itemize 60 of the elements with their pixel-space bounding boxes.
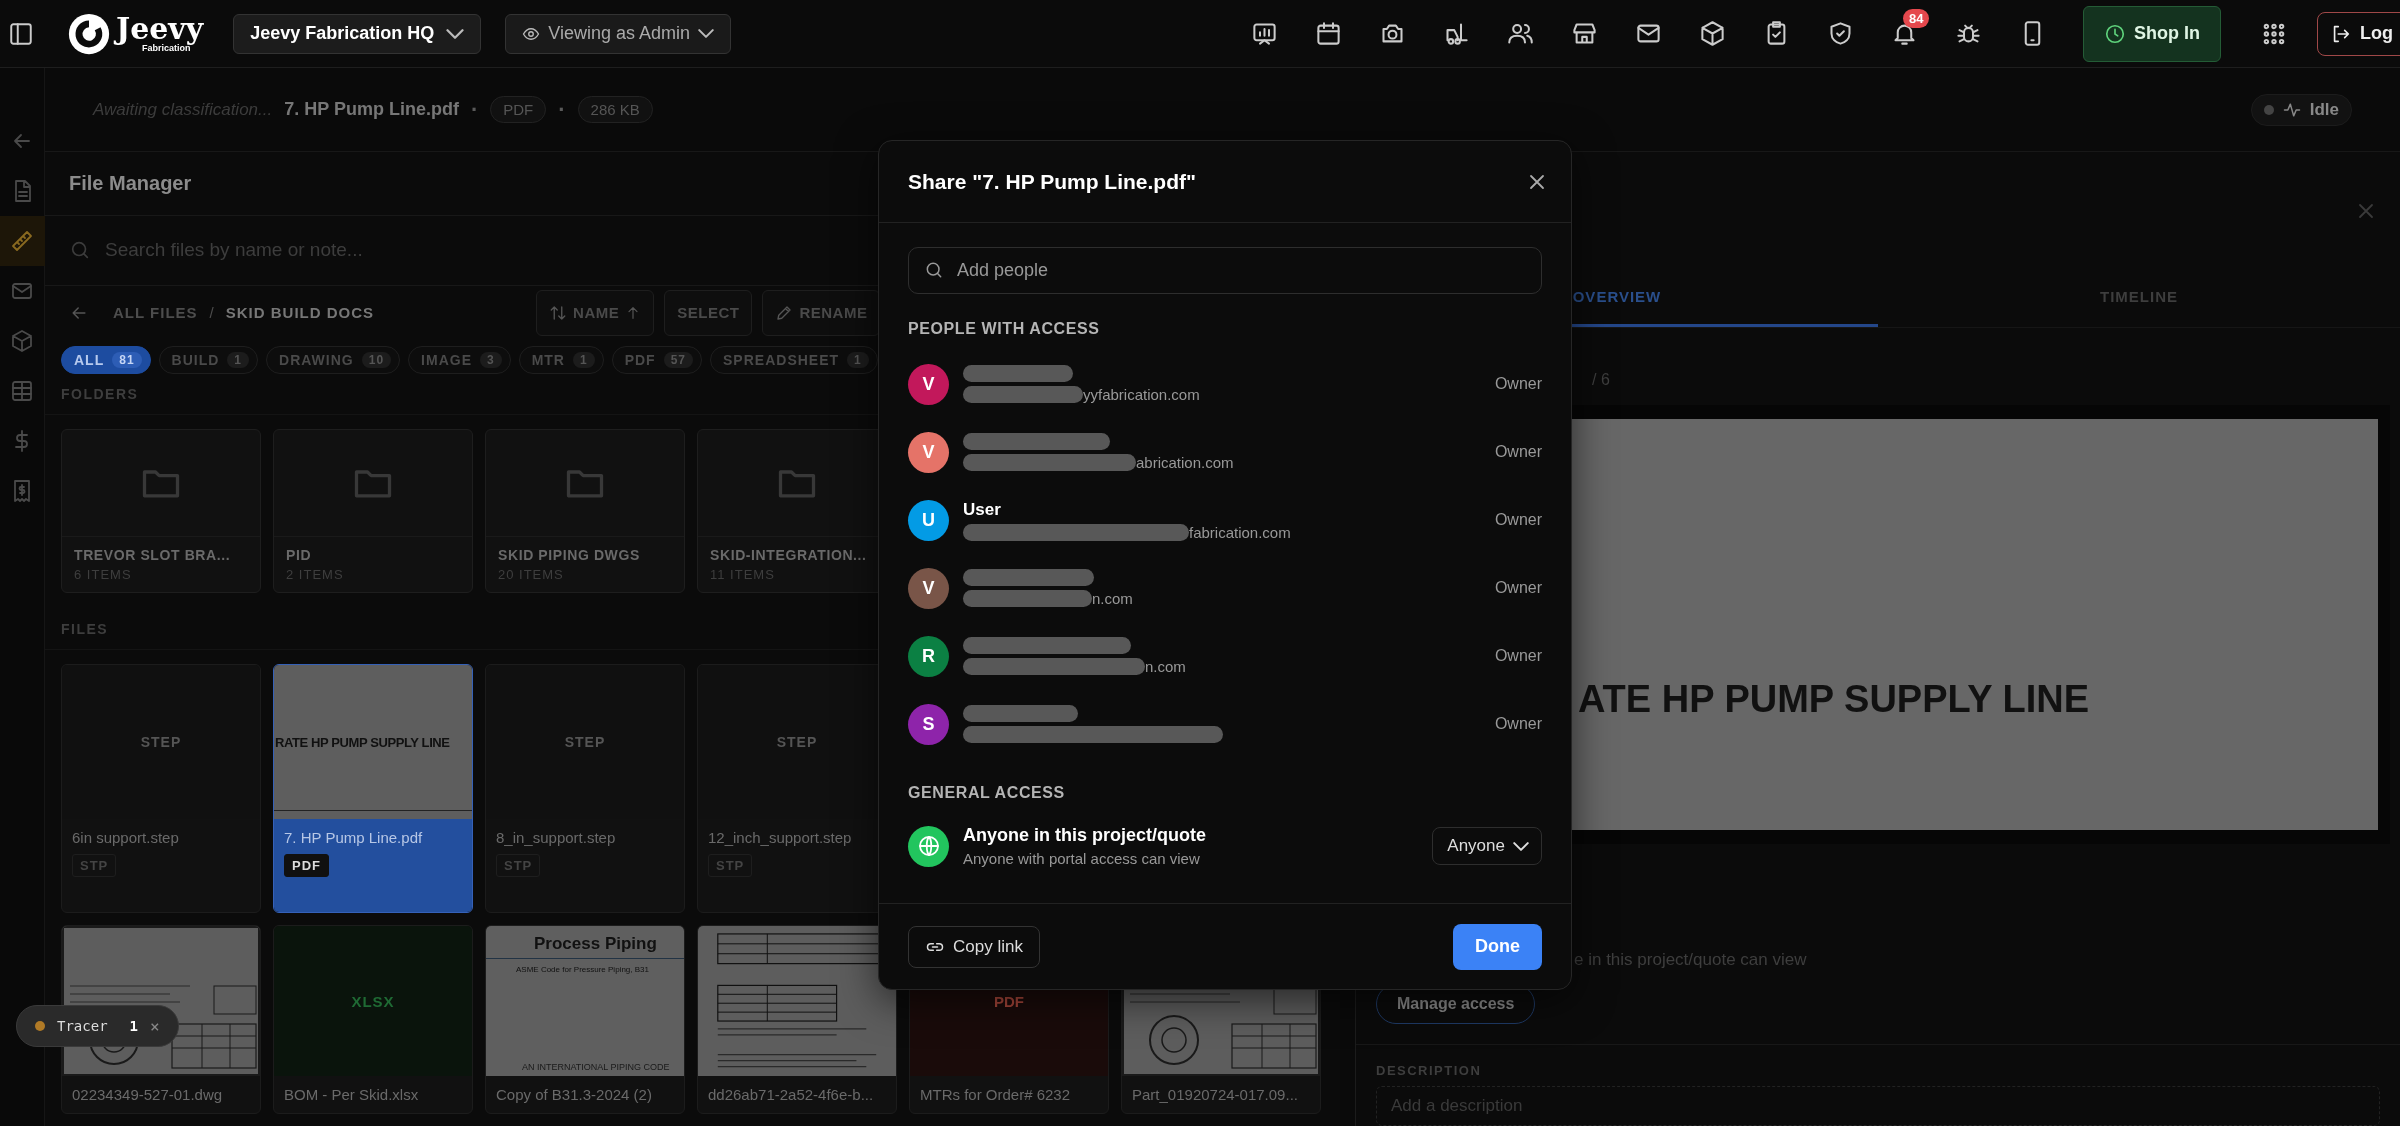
- file-name: 12_inch_support.step: [708, 829, 853, 846]
- access-description: Anyone with portal access can view: [963, 850, 1201, 867]
- dialog-title: Share "7. HP Pump Line.pdf": [908, 169, 1196, 194]
- person-name: User: [963, 499, 1002, 520]
- file-type-label: STEP: [140, 734, 182, 750]
- file-type-tag: PDF: [284, 854, 329, 877]
- file-name: BOM - Per Skid.xlsx: [284, 1086, 420, 1103]
- role-label: Owner: [1494, 443, 1542, 461]
- file-name: 7. HP Pump Line.pdf: [284, 829, 424, 846]
- file-type-label: STEP: [776, 734, 818, 750]
- person-email: fabrication.com: [1189, 523, 1291, 541]
- section-heading: GENERAL ACCESS: [908, 784, 1066, 802]
- tracer-count: 1: [129, 1018, 138, 1034]
- separator-dot: ·: [470, 96, 479, 123]
- avatar: R: [908, 635, 949, 677]
- role-label: Owner: [1494, 375, 1542, 393]
- breadcrumb-current: SKID BUILD DOCS: [225, 304, 375, 322]
- file-type-label: XLSX: [351, 992, 395, 1010]
- avatar: V: [908, 431, 949, 473]
- separator-dot: ·: [558, 96, 566, 123]
- file-name: dd26ab71-2a52-4f6e-b...: [708, 1086, 875, 1103]
- thumbnail-heading: RATE HP PUMP SUPPLY LINE: [274, 735, 451, 750]
- file-name: Copy of B31.3-2024 (2): [496, 1086, 653, 1103]
- breadcrumb-separator: /: [209, 304, 214, 322]
- file-name: 8_in_support.step: [496, 829, 617, 846]
- person-email: yyfabrication.com: [1083, 386, 1200, 403]
- file-type-label: PDF: [994, 992, 1024, 1010]
- thumbnail-footer: AN INTERNATIONAL PIPING CODE: [486, 1062, 684, 1076]
- file-name: 02234349-527-01.dwg: [72, 1086, 224, 1103]
- file-type-tag: PDF: [490, 96, 547, 123]
- file-title: 7. HP Pump Line.pdf: [284, 99, 459, 120]
- folder-name: TREVOR SLOT BRA...: [74, 547, 232, 563]
- role-label: Owner: [1494, 511, 1542, 529]
- person-email: n.com: [1145, 658, 1186, 675]
- logo-subtitle: Fabrication: [142, 44, 191, 53]
- file-type-label: STEP: [564, 734, 606, 750]
- file-size-tag: 286 KB: [577, 96, 653, 123]
- folder-name: PID: [286, 547, 313, 563]
- avatar: S: [908, 703, 949, 745]
- avatar: V: [908, 567, 949, 609]
- thumbnail-subtitle: ASME Code for Pressure Piping, B31: [515, 964, 650, 974]
- role-label: Owner: [1494, 647, 1542, 665]
- section-heading: PEOPLE WITH ACCESS: [908, 320, 1101, 338]
- file-name: 6in support.step: [72, 829, 180, 846]
- role-label: Owner: [1494, 579, 1542, 597]
- role-label: Owner: [1494, 715, 1542, 733]
- folder-name: SKID PIPING DWGS: [498, 547, 641, 563]
- folder-name: SKID-INTEGRATION...: [710, 547, 868, 563]
- document-heading: ATE HP PUMP SUPPLY LINE: [1578, 678, 2090, 722]
- avatar: V: [908, 363, 949, 405]
- avatar: U: [908, 499, 949, 541]
- person-email: abrication.com: [1136, 454, 1234, 471]
- thumbnail-heading: Process Piping: [486, 926, 684, 959]
- tracer-label: Tracer: [57, 1018, 108, 1034]
- file-name: MTRs for Order# 6232: [920, 1086, 1072, 1103]
- access-title: Anyone in this project/quote: [963, 825, 1207, 846]
- file-name: Part_01920724-017.09...: [1132, 1086, 1299, 1103]
- notification-badge: 84: [1903, 8, 1930, 28]
- status-label: Idle: [2309, 99, 2339, 120]
- person-email: n.com: [1092, 590, 1133, 607]
